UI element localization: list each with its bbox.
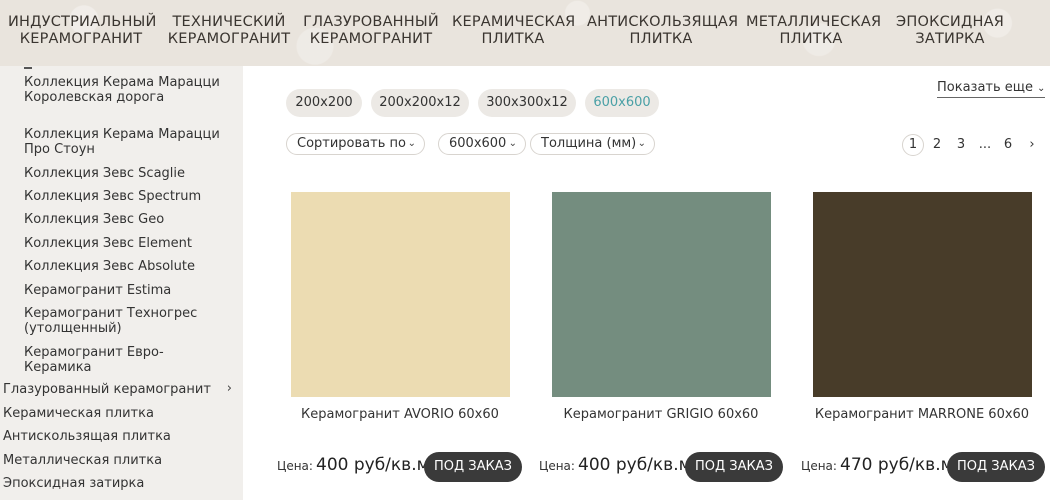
size-filter-dropdown[interactable]: 600x600 ⌄ [438, 133, 526, 155]
page-3[interactable]: 3 [950, 134, 972, 156]
nav-glazed-porcelain[interactable]: Глазурованный керамогранит [303, 14, 439, 48]
thickness-dropdown[interactable]: Толщина (мм) ⌄ [530, 133, 655, 155]
price-value-grigio: 400 руб/кв.м [578, 455, 692, 475]
sort-dropdown[interactable]: Сортировать по ⌄ [286, 133, 425, 155]
top-navigation: Индустриальный керамогранит Технический … [0, 0, 1050, 66]
price-value-marrone: 470 руб/кв.м [840, 455, 954, 475]
chevron-right-icon: › [226, 381, 232, 396]
sidebar-item-estima[interactable]: Керамогранит Estima [24, 283, 224, 298]
thickness-dropdown-label: Толщина (мм) [541, 136, 637, 151]
chevron-down-icon: ⌄ [508, 138, 517, 149]
product-name-marrone[interactable]: Керамогранит MARRONE 60x60 [792, 407, 1050, 422]
nav-technical-porcelain[interactable]: Технический керамогранит [166, 14, 292, 48]
page-1[interactable]: 1 [902, 134, 924, 156]
sidebar-category-glazed-porcelain[interactable]: Глазурованный керамогранит › [3, 381, 238, 397]
chevron-down-icon: ⌄ [1037, 83, 1046, 94]
size-chip-600x600[interactable]: 600x600 [585, 89, 659, 117]
order-button-grigio[interactable]: ПОД ЗАКАЗ [685, 452, 783, 482]
product-name-grigio[interactable]: Керамогранит GRIGIO 60x60 [531, 407, 791, 422]
chevron-down-icon: ⌄ [407, 138, 416, 149]
order-button-marrone[interactable]: ПОД ЗАКАЗ [947, 452, 1045, 482]
sidebar-item-zeus-element[interactable]: Коллекция Зевс Element [24, 236, 224, 251]
product-image-avorio[interactable] [291, 192, 510, 397]
size-filter-label: 600x600 [449, 136, 507, 151]
next-page-chevron-right-icon[interactable]: › [1021, 134, 1043, 156]
sidebar-item-zeus-absolute[interactable]: Коллекция Зевс Absolute [24, 259, 224, 274]
sidebar-category-metallic-tile[interactable]: Металлическая плитка [3, 453, 238, 468]
sidebar-item-zeus-spectrum[interactable]: Коллекция Зевс Spectrum [24, 189, 224, 204]
nav-ceramic-tile[interactable]: Керамическая плитка [452, 14, 575, 48]
size-chip-300x300x12[interactable]: 300x300x12 [478, 89, 576, 117]
show-more-label: Показать еще [937, 80, 1034, 95]
price-label: Цена: [277, 459, 313, 473]
sidebar-category-anti-slip-tile[interactable]: Антискользящая плитка [3, 429, 238, 444]
sidebar-category-ceramic-tile[interactable]: Керамическая плитка [3, 406, 238, 421]
sidebar-item-zeus-scaglie[interactable]: Коллекция Зевс Scaglie [24, 166, 224, 181]
sidebar: Коллекция Керама Марацци Королевская дор… [0, 66, 243, 500]
nav-industrial-porcelain[interactable]: Индустриальный керамогранит [8, 14, 156, 48]
product-name-avorio[interactable]: Керамогранит AVORIO 60x60 [270, 407, 530, 422]
page-2[interactable]: 2 [926, 134, 948, 156]
order-button-avorio[interactable]: ПОД ЗАКАЗ [424, 452, 522, 482]
nav-anti-slip-tile[interactable]: Антискользящая плитка [587, 14, 738, 48]
sidebar-category-label: Глазурованный керамогранит [3, 382, 211, 397]
size-chip-200x200[interactable]: 200x200 [286, 89, 362, 117]
product-image-grigio[interactable] [552, 192, 771, 397]
sidebar-item-kerama-royal-road[interactable]: Коллекция Керама Марацци Королевская дор… [24, 75, 224, 105]
page-ellipsis: ... [978, 137, 992, 152]
price-label: Цена: [801, 459, 837, 473]
nav-epoxy-grout[interactable]: Эпоксидная затирка [896, 14, 1004, 48]
show-more-dropdown[interactable]: Показать еще ⌄ [937, 80, 1046, 98]
sidebar-item-technogres[interactable]: Керамогранит Техногрес (утолщенный) [24, 306, 224, 336]
product-image-marrone[interactable] [813, 192, 1032, 397]
clipped-item-fragment [24, 66, 32, 69]
chevron-down-icon: ⌄ [637, 138, 646, 149]
sidebar-item-zeus-geo[interactable]: Коллекция Зевс Geo [24, 212, 224, 227]
sort-dropdown-label: Сортировать по [297, 136, 406, 151]
nav-metallic-tile[interactable]: Металлическая плитка [746, 14, 881, 48]
sidebar-item-euro-ceramica[interactable]: Керамогранит Евро-Керамика [24, 345, 224, 375]
price-value-avorio: 400 руб/кв.м [316, 455, 430, 475]
price-label: Цена: [539, 459, 575, 473]
sidebar-category-epoxy-grout[interactable]: Эпоксидная затирка [3, 476, 238, 491]
page-6[interactable]: 6 [997, 134, 1019, 156]
sidebar-item-kerama-pro-stone[interactable]: Коллекция Керама Марацци Про Стоун [24, 127, 224, 157]
size-chip-200x200x12[interactable]: 200x200x12 [371, 89, 469, 117]
